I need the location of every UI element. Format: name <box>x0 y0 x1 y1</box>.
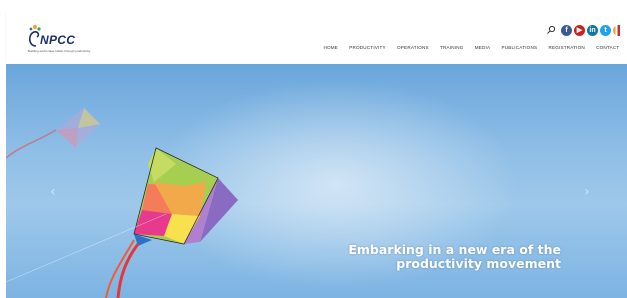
linkedin-icon[interactable]: in <box>587 24 598 36</box>
hero-caption-line-1: Embarking in a new era of the <box>348 242 561 257</box>
youtube-icon[interactable]: ▶ <box>574 24 585 36</box>
nav-item-registration[interactable]: REGISTRATION <box>543 45 591 50</box>
hero-caption: Embarking in a new era of the productivi… <box>348 243 561 270</box>
main-nav: HOME PRODUCTIVITY OPERATIONS TRAINING MEDIA P… <box>318 45 625 50</box>
logo-tagline: Building world class Indian through prod… <box>28 49 91 53</box>
nav-item-publications[interactable]: PUBLICATIONS <box>496 45 543 50</box>
twitter-icon[interactable]: t <box>600 24 611 36</box>
facebook-icon[interactable]: f <box>561 24 572 36</box>
main-kite-icon <box>133 147 238 246</box>
social-links: f ▶ in t <box>559 24 620 36</box>
npcc-logo[interactable]: NPCC Building world class Indian through… <box>26 22 90 58</box>
site-header: NPCC Building world class Indian through… <box>6 12 627 64</box>
hero-caption-line-2: productivity movement <box>396 255 561 271</box>
nav-item-training[interactable]: TRAINING <box>434 45 469 50</box>
nav-item-operations[interactable]: OPERATIONS <box>391 45 434 50</box>
slider-prev-arrow[interactable]: ‹ <box>50 184 56 200</box>
nav-item-contact[interactable]: CONTACT <box>591 45 625 50</box>
nav-item-media[interactable]: MEDIA <box>469 45 496 50</box>
small-kite-icon <box>6 108 100 159</box>
slider-next-arrow[interactable]: › <box>584 184 590 200</box>
hero-slider: ‹ › Embarking in a new era of the produc… <box>6 64 627 298</box>
nav-item-productivity[interactable]: PRODUCTIVITY <box>344 45 392 50</box>
logo-wordmark: NPCC <box>40 33 76 47</box>
nav-item-home[interactable]: HOME <box>318 45 344 50</box>
search-icon[interactable] <box>546 25 556 35</box>
language-flag-icon[interactable] <box>613 24 620 36</box>
page: NPCC Building world class Indian through… <box>0 0 627 298</box>
